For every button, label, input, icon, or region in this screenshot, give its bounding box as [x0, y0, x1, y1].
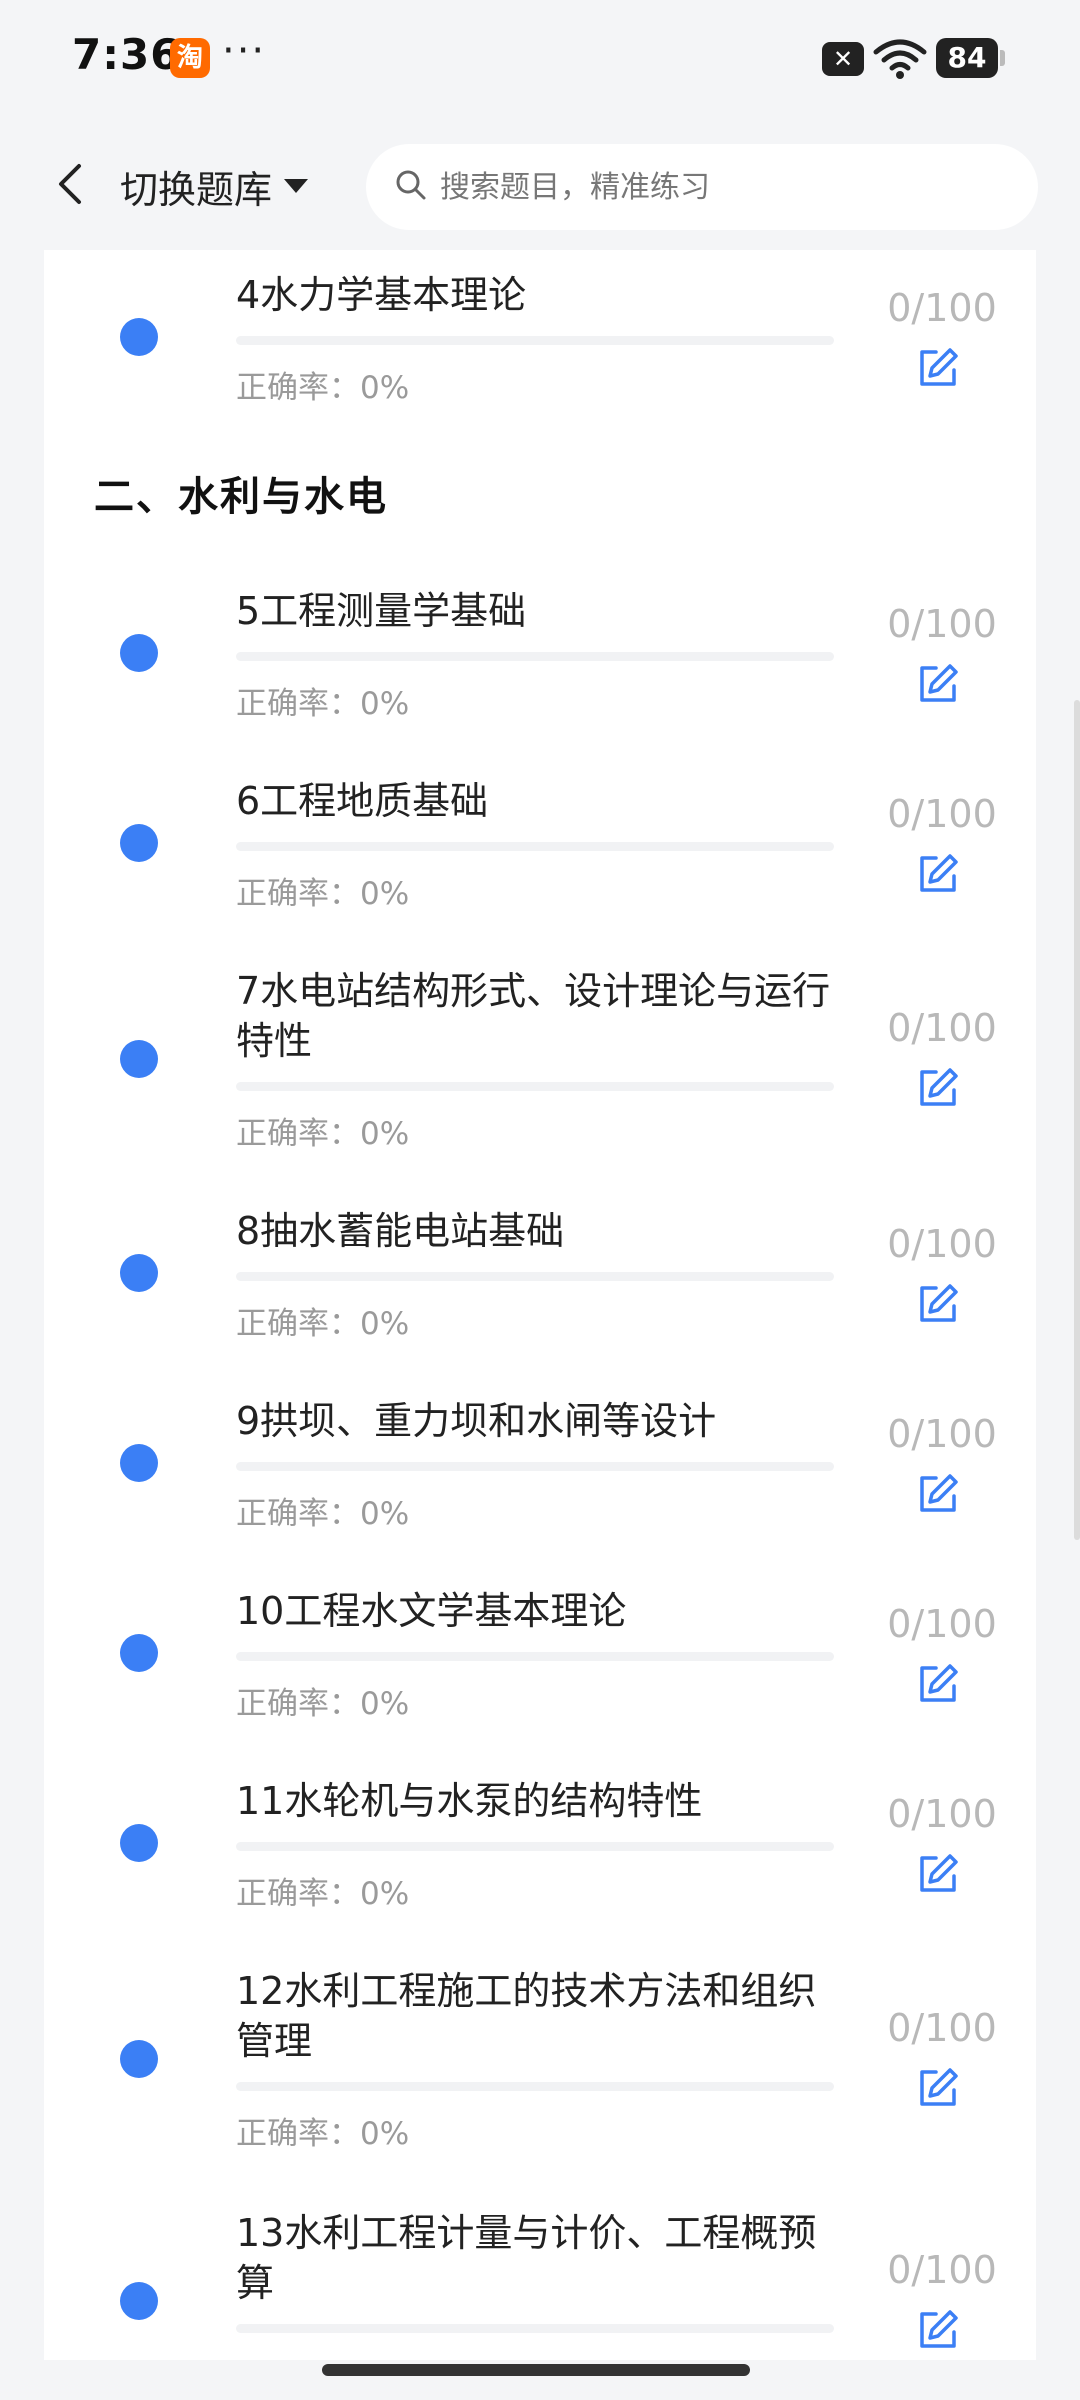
switch-question-bank-label: 切换题库 — [120, 167, 273, 212]
edit-icon[interactable] — [914, 1064, 962, 1112]
chapter-title: 7水电站结构形式、设计理论与运行特性 — [236, 969, 831, 1063]
chapter-count: 0/100 — [887, 792, 997, 836]
chapter-count: 0/100 — [887, 1602, 997, 1646]
caret-down-icon — [284, 179, 309, 193]
search-input[interactable] — [440, 169, 1000, 205]
chapter-status-dot — [120, 318, 158, 356]
edit-icon[interactable] — [914, 850, 962, 898]
edit-icon[interactable] — [914, 1850, 962, 1898]
chapter-status-dot — [120, 1634, 158, 1672]
chapter-accuracy: 正确率：0% — [236, 1876, 410, 1912]
chapter-progress-bar — [236, 652, 834, 661]
chapter-accuracy: 正确率：0% — [236, 1116, 410, 1152]
chapter-count: 0/100 — [887, 1412, 997, 1456]
chapter-title: 10工程水文学基本理论 — [236, 1589, 627, 1633]
edit-icon[interactable] — [914, 2306, 962, 2354]
chapter-accuracy: 正确率：0% — [236, 1306, 410, 1342]
chapter-count: 0/100 — [887, 1222, 997, 1266]
chapter-progress-bar — [236, 1272, 834, 1281]
back-icon[interactable] — [40, 154, 100, 214]
chapter-status-dot — [120, 2040, 158, 2078]
switch-question-bank-button[interactable]: 切换题库 — [120, 156, 309, 216]
chapter-accuracy: 正确率：0% — [236, 686, 410, 722]
edit-icon[interactable] — [914, 2064, 962, 2112]
chapter-count: 0/100 — [887, 2248, 997, 2292]
edit-icon[interactable] — [914, 1280, 962, 1328]
taobao-app-icon: 淘 — [170, 38, 210, 78]
chapter-accuracy: 正确率：0% — [236, 876, 410, 912]
chapter-count: 0/100 — [887, 1006, 997, 1050]
chapter-count: 0/100 — [887, 602, 997, 646]
chapter-title: 12水利工程施工的技术方法和组织管理 — [236, 1969, 817, 2063]
chapter-count: 0/100 — [887, 2006, 997, 2050]
home-indicator[interactable] — [322, 2364, 750, 2376]
screen: 7:36 淘 ··· ✕ 84 切换题库 搜索题目，精准练习 4水力学基本理论 … — [0, 0, 1080, 2400]
no-sim-icon: ✕ — [822, 42, 864, 76]
chapter-count: 0/100 — [887, 1792, 997, 1836]
header: 切换题库 — [0, 130, 1080, 240]
chapter-progress-bar — [236, 336, 834, 345]
chapter-title: 8抽水蓄能电站基础 — [236, 1209, 565, 1253]
chapter-accuracy: 正确率：0% — [236, 1496, 410, 1532]
chapter-status-dot — [120, 2282, 158, 2320]
scrollbar[interactable] — [1074, 700, 1080, 1540]
chapter-accuracy: 正确率：0% — [236, 1686, 410, 1722]
chapter-accuracy: 正确率：0% — [236, 370, 410, 406]
chapter-status-dot — [120, 1254, 158, 1292]
edit-icon[interactable] — [914, 344, 962, 392]
chapter-progress-bar — [236, 842, 834, 851]
status-time: 7:36 — [72, 30, 181, 79]
chapter-title: 6工程地质基础 — [236, 779, 489, 823]
search-box[interactable] — [366, 144, 1038, 230]
chapter-status-dot — [120, 824, 158, 862]
chapter-progress-bar — [236, 1462, 834, 1471]
chapter-progress-bar — [236, 1082, 834, 1091]
chapter-title: 9拱坝、重力坝和水闸等设计 — [236, 1399, 717, 1443]
chapter-count: 0/100 — [887, 286, 997, 330]
chapter-progress-bar — [236, 2082, 834, 2091]
status-bar: 7:36 淘 ··· ✕ 84 — [0, 0, 1080, 120]
chapter-progress-bar — [236, 1652, 834, 1661]
chapter-status-dot — [120, 1824, 158, 1862]
battery-icon: 84 — [936, 38, 1005, 78]
wifi-icon — [872, 36, 928, 80]
edit-icon[interactable] — [914, 1660, 962, 1708]
search-icon — [394, 168, 428, 206]
more-notifications-icon: ··· — [222, 28, 267, 74]
chapter-title: 11水轮机与水泵的结构特性 — [236, 1779, 703, 1823]
section-title-text: 二、水利与水电 — [94, 474, 388, 520]
chapter-progress-bar — [236, 1842, 834, 1851]
chapter-status-dot — [120, 1444, 158, 1482]
chapter-progress-bar — [236, 2324, 834, 2333]
section-title: 二、水利与水电 — [94, 464, 388, 524]
chapter-list-card: 4水力学基本理论 正确率：0% 0/100 二、水利与水电 5工程测量学基础 正… — [44, 250, 1036, 2360]
chapter-title: 5工程测量学基础 — [236, 589, 527, 633]
chapter-accuracy: 正确率：0% — [236, 2116, 410, 2152]
chapter-title: 13水利工程计量与计价、工程概预算 — [236, 2211, 817, 2305]
chapter-status-dot — [120, 634, 158, 672]
edit-icon[interactable] — [914, 1470, 962, 1518]
edit-icon[interactable] — [914, 660, 962, 708]
chapter-status-dot — [120, 1040, 158, 1078]
chapter-title: 4水力学基本理论 — [236, 273, 527, 317]
